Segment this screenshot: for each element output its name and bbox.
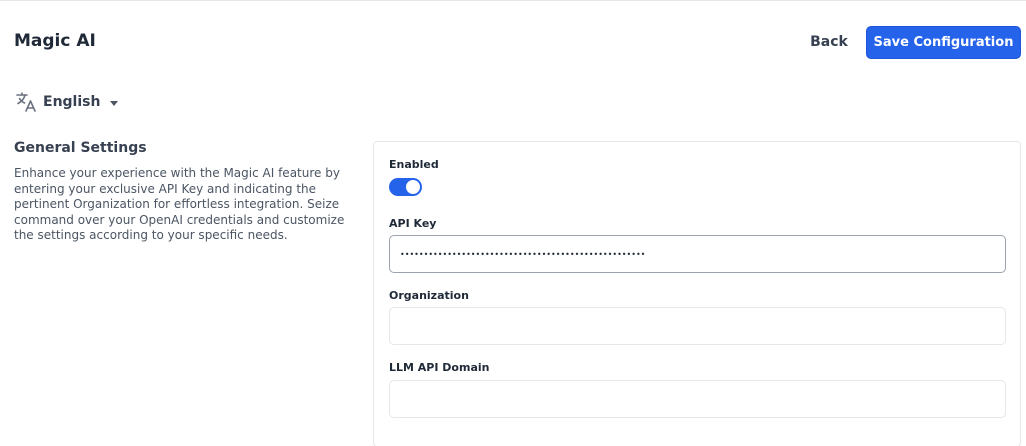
magic-ai-config-page: Magic AI Back Save Configuration English…: [0, 0, 1026, 446]
llm-api-domain-label: LLM API Domain: [389, 361, 490, 374]
toggle-knob: [406, 180, 420, 194]
api-key-input[interactable]: [389, 235, 1006, 273]
back-button[interactable]: Back: [800, 28, 858, 56]
section-description: Enhance your experience with the Magic A…: [14, 166, 345, 242]
api-key-label: API Key: [389, 217, 437, 230]
translate-icon: [14, 90, 38, 114]
chevron-down-icon: [110, 100, 119, 106]
page-title: Magic AI: [14, 31, 96, 51]
language-label: English: [43, 94, 101, 110]
enabled-toggle[interactable]: [389, 178, 422, 196]
save-configuration-button[interactable]: Save Configuration: [866, 26, 1021, 59]
organization-label: Organization: [389, 289, 469, 302]
organization-input[interactable]: [389, 307, 1006, 345]
settings-panel: Enabled API Key Organization LLM API Dom…: [373, 141, 1021, 446]
llm-api-domain-input[interactable]: [389, 380, 1006, 418]
section-title: General Settings: [14, 140, 147, 156]
language-switcher[interactable]: English: [14, 89, 119, 115]
enabled-label: Enabled: [389, 158, 439, 171]
